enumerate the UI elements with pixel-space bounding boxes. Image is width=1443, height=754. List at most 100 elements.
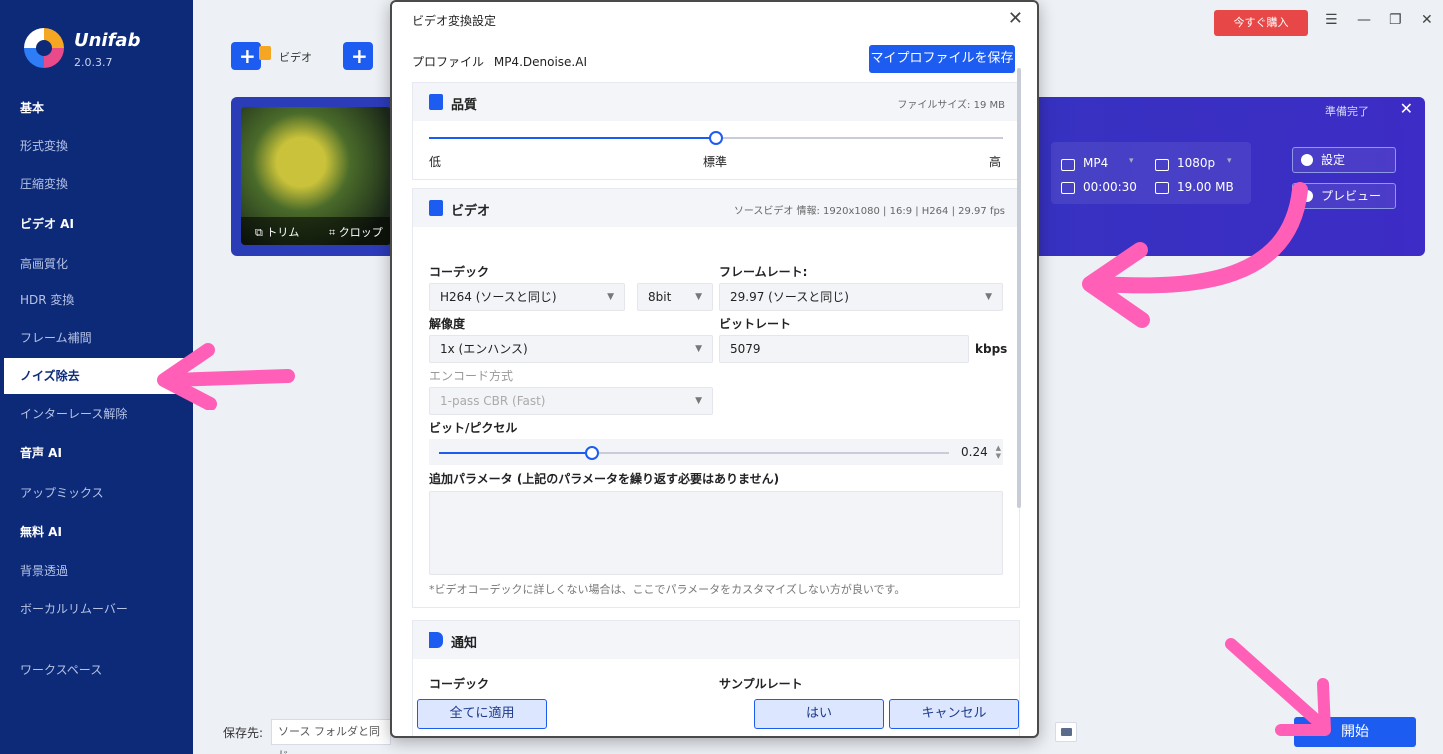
resolution-label: 解像度 <box>429 317 466 331</box>
save-label: 保存先: <box>223 726 264 740</box>
sidebar-item[interactable]: HDR 変換 <box>0 282 193 318</box>
video-title: ビデオ <box>451 204 491 219</box>
crop-label: クロップ <box>338 226 383 239</box>
minimize-icon[interactable]: — <box>1357 12 1371 28</box>
add-folder-icon <box>343 42 373 70</box>
sidebar-item: ビデオ AI <box>20 217 74 231</box>
buy-now-button[interactable]: 今すぐ購入 <box>1214 10 1308 36</box>
sidebar-item: 無料 AI <box>20 525 62 539</box>
close-icon[interactable]: ✕ <box>1008 8 1023 29</box>
bpp-slider-thumb[interactable] <box>585 446 599 460</box>
clock-icon <box>1061 182 1075 194</box>
codec-value: H264 (ソースと同じ) <box>440 290 557 304</box>
samplerate-label: サンプルレート <box>719 677 803 691</box>
audio-header: 通知 <box>413 621 1019 659</box>
file-size: ファイルサイズ: 19 MB <box>897 100 1005 111</box>
menu-icon[interactable]: ☰ <box>1325 12 1338 28</box>
chevron-down-icon: ▼ <box>695 396 702 406</box>
quality-slider-thumb[interactable] <box>709 131 723 145</box>
profile-label: プロファイル <box>412 55 485 69</box>
conversion-settings-dialog: ビデオ変換設定 ✕ プロファイル MP4.Denoise.AI マイプロファイル… <box>390 0 1039 738</box>
status-ready: 準備完了 <box>1325 105 1369 118</box>
monitor-icon <box>1155 159 1169 171</box>
source-info: ソースビデオ 情報: 1920x1080 | 16:9 | H264 | 29.… <box>733 206 1005 217</box>
trim-button[interactable]: ⧉ トリム <box>255 224 299 240</box>
sidebar-item[interactable]: 背景透過 <box>0 553 193 589</box>
sidebar-item[interactable]: ノイズ除去 <box>0 358 193 394</box>
sidebar-item: 音声 AI <box>20 446 62 460</box>
add-folder-button[interactable] <box>343 40 383 72</box>
bitdepth-value: 8bit <box>648 290 672 304</box>
close-task-icon[interactable]: ✕ <box>1400 99 1413 118</box>
extra-params-input[interactable] <box>429 491 1003 575</box>
chevron-down-icon: ▼ <box>985 292 992 302</box>
size-value: 19.00 MB <box>1177 180 1234 194</box>
bitrate-unit: kbps <box>975 342 1008 356</box>
sidebar-item[interactable]: ワークスペース <box>0 652 193 688</box>
close-app-icon[interactable]: ✕ <box>1421 12 1433 28</box>
play-icon <box>429 200 443 216</box>
settings-icon <box>1301 154 1313 166</box>
restore-icon[interactable]: ❐ <box>1389 12 1402 28</box>
sidebar-item[interactable]: 形式変換 <box>0 128 193 164</box>
sidebar-item[interactable]: フレーム補間 <box>0 320 193 356</box>
encode-value: 1-pass CBR (Fast) <box>440 394 546 408</box>
camera-icon <box>259 46 271 60</box>
app-name: Unifab <box>74 30 141 51</box>
bpp-stepper[interactable]: 0.24 ▲ ▼ <box>955 439 1003 465</box>
format-value[interactable]: MP4 <box>1083 156 1108 170</box>
sidebar-item[interactable]: インターレース解除 <box>0 396 193 432</box>
cancel-button[interactable]: キャンセル <box>889 699 1019 729</box>
sidebar-item[interactable]: ボーカルリムーバー <box>0 591 193 627</box>
start-button[interactable]: 開始 <box>1294 717 1416 747</box>
chevron-down-icon: ▼ <box>695 344 702 354</box>
apply-all-button[interactable]: 全てに適用 <box>417 699 547 729</box>
preview-button[interactable]: プレビュー <box>1292 183 1396 209</box>
framerate-label: フレームレート: <box>719 265 808 279</box>
sidebar-item[interactable]: 高画質化 <box>0 246 193 282</box>
quality-high: 高 <box>989 155 1002 169</box>
dialog-title: ビデオ変換設定 <box>412 14 497 28</box>
audio-codec-label: コーデック <box>429 677 490 691</box>
folder-icon[interactable] <box>1055 722 1077 742</box>
profile-value[interactable]: MP4.Denoise.AI <box>494 55 587 69</box>
sidebar-item: 基本 <box>20 101 45 115</box>
dialog-scrollbar[interactable] <box>1017 68 1021 508</box>
preview-label: プレビュー <box>1321 189 1382 203</box>
app-logo <box>24 28 64 68</box>
preview-icon <box>1301 190 1313 202</box>
quality-standard: 標準 <box>703 155 728 169</box>
bpp-label: ビット/ピクセル <box>429 421 518 435</box>
profile-row: プロファイル MP4.Denoise.AI <box>412 53 587 70</box>
add-video-button[interactable] <box>231 40 271 72</box>
chevron-down-icon[interactable]: ▾ <box>1129 156 1134 166</box>
chevron-down-icon[interactable]: ▼ <box>996 443 1001 469</box>
sidebar-item[interactable]: アップミックス <box>0 475 193 511</box>
encode-select[interactable]: 1-pass CBR (Fast) ▼ <box>429 387 713 415</box>
bpp-value: 0.24 <box>961 445 988 459</box>
app-version: 2.0.3.7 <box>74 56 113 69</box>
framerate-select[interactable]: 29.97 (ソースと同じ) ▼ <box>719 283 1003 311</box>
quality-section: 品質 ファイルサイズ: 19 MB 低 標準 高 <box>412 82 1020 180</box>
ok-button[interactable]: はい <box>754 699 884 729</box>
trim-icon: ⧉ <box>255 226 263 239</box>
video-thumbnail[interactable]: ⧉ トリム ⌗ クロップ <box>241 107 391 245</box>
chevron-down-icon[interactable]: ▾ <box>1227 156 1232 166</box>
video-section: ビデオ ソースビデオ 情報: 1920x1080 | 16:9 | H264 |… <box>412 188 1020 608</box>
resolution-value[interactable]: 1080p <box>1177 156 1215 170</box>
settings-button[interactable]: 設定 <box>1292 147 1396 173</box>
file-icon <box>1155 182 1169 194</box>
bitdepth-select[interactable]: 8bit ▼ <box>637 283 713 311</box>
settings-label: 設定 <box>1321 153 1346 167</box>
save-profile-button[interactable]: マイプロファイルを保存 <box>869 45 1015 73</box>
video-header: ビデオ ソースビデオ 情報: 1920x1080 | 16:9 | H264 |… <box>413 189 1019 227</box>
crop-button[interactable]: ⌗ クロップ <box>329 224 383 240</box>
sidebar-item[interactable]: 圧縮変換 <box>0 166 193 202</box>
codec-select[interactable]: H264 (ソースと同じ) ▼ <box>429 283 625 311</box>
resolution-select[interactable]: 1x (エンハンス) ▼ <box>429 335 713 363</box>
sidebar: Unifab 2.0.3.7 基本形式変換 圧縮変換ビデオ AI 高画質化 HDR 変… <box>0 0 193 754</box>
resolution-value: 1x (エンハンス) <box>440 342 528 356</box>
bitrate-input[interactable]: 5079 <box>719 335 969 363</box>
save-path-field[interactable]: ソース フォルダと同じ <box>271 719 391 754</box>
chevron-down-icon: ▼ <box>695 292 702 302</box>
